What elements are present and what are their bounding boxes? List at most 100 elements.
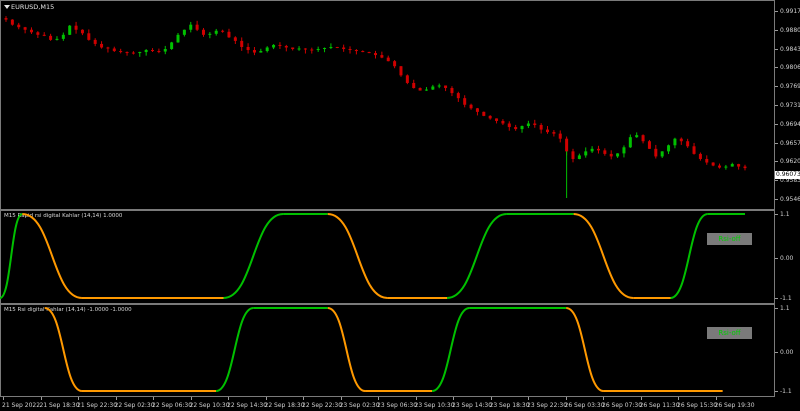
candlestick-series (4, 16, 747, 198)
time-tick-mark (115, 397, 117, 400)
indicator-line-segment (223, 213, 284, 299)
indicator-line-segment (670, 213, 709, 299)
time-tick-label: 22 Sep 06:30 (152, 402, 193, 409)
indicator-line-segment (431, 307, 470, 392)
time-tick-label: 23 Sep 10:30 (414, 402, 455, 409)
candle-body (475, 108, 479, 112)
price-tick-label: 0.96200 (780, 158, 800, 166)
candle-body (469, 104, 473, 109)
candle-body (208, 33, 212, 35)
rsi-line (44, 307, 723, 392)
price-tick-label: 0.99170 (780, 8, 800, 15)
time-tick-label: 21 Sep 2022 (2, 402, 41, 409)
price-tick-mark (775, 67, 778, 69)
candle-body (616, 153, 620, 157)
price-tick-mark (775, 123, 778, 125)
candle-body (291, 47, 295, 50)
candle-body (730, 164, 734, 167)
indicator-tick-label: 1.1 (780, 305, 790, 312)
candle-body (259, 51, 263, 53)
candle-body (679, 138, 683, 142)
candle-body (100, 43, 104, 48)
time-tick-label: 26 Sep 07:30 (602, 402, 643, 409)
indicator-tick-label: 0.00 (780, 348, 794, 356)
indicator-tick-mark (775, 351, 778, 353)
time-tick-label: 26 Sep 11:30 (639, 402, 680, 409)
candle-body (635, 135, 639, 138)
candle-body (354, 50, 358, 52)
candle-body (151, 50, 155, 52)
price-tick-label: 0.98060 (780, 64, 800, 72)
indicator-tick-mark (775, 258, 778, 259)
time-tick-mark (340, 397, 342, 400)
candle-body (603, 150, 607, 154)
time-tick-label: 23 Sep 02:30 (339, 402, 380, 409)
time-tick-mark (303, 397, 304, 400)
current-price-label: 0.96073 (775, 171, 800, 179)
candle-body (673, 138, 677, 146)
candle-body (348, 49, 352, 51)
time-tick-mark (3, 397, 4, 400)
candle-body (374, 53, 377, 56)
candle-body (10, 19, 14, 25)
time-tick-label: 22 Sep 02:30 (114, 402, 155, 409)
price-tick-label: 0.95460 (780, 196, 800, 203)
candle-body (437, 85, 441, 87)
candle-body (303, 48, 307, 50)
candle-body (482, 111, 486, 116)
time-tick-label: 22 Sep 14:30 (227, 402, 268, 409)
indicator-line-segment (22, 213, 83, 299)
indicator-line-segment (327, 213, 388, 299)
candle-body (577, 155, 581, 159)
price-tick-mark (775, 142, 778, 144)
candle-body (546, 129, 550, 133)
candle-body (297, 48, 301, 50)
candle-body (507, 123, 511, 128)
candle-body (112, 48, 116, 52)
candle-body (144, 50, 148, 53)
indicator-line-segment (446, 213, 507, 299)
candle-body (138, 52, 142, 54)
candle-body (119, 51, 123, 53)
time-tick-label: 26 Sep 15:30 (677, 402, 718, 409)
time-tick-mark (40, 397, 42, 400)
candle-body (405, 75, 409, 83)
price-tick-mark (775, 161, 778, 163)
candle-body (106, 47, 110, 49)
candle-body (718, 165, 722, 168)
candle-body (182, 29, 186, 35)
candle-body (214, 30, 218, 34)
candle-body (23, 27, 27, 30)
time-tick-mark (190, 397, 192, 400)
candle-body (628, 137, 632, 148)
candle-body (42, 34, 46, 36)
indicator-tick-label: 1.1 (780, 211, 790, 218)
candle-body (590, 148, 594, 152)
candle-body (284, 45, 288, 48)
candle-body (189, 24, 193, 30)
indicator-line-segment (327, 307, 366, 392)
price-tick-label: 0.96940 (780, 120, 800, 128)
time-tick-mark (153, 397, 154, 400)
time-tick-label: 23 Sep 14:30 (452, 402, 493, 409)
candle-body (520, 126, 524, 130)
candle-body (539, 125, 543, 130)
time-tick-label: 22 Sep 18:30 (264, 402, 305, 409)
candle-body (17, 24, 21, 28)
price-tick-label: 0.98800 (780, 26, 800, 34)
candle-body (342, 47, 346, 50)
candle-body (221, 30, 225, 32)
candle-body (29, 29, 33, 33)
time-tick-mark (78, 397, 79, 400)
candle-body (252, 50, 256, 53)
indicator-tick-label: -1.1 (780, 295, 792, 302)
rapid-rsi-line (0, 213, 745, 299)
price-tick-mark (775, 29, 778, 31)
time-tick-label: 23 Sep 18:30 (489, 402, 530, 409)
candle-body (737, 164, 741, 167)
time-tick-mark (228, 397, 229, 400)
time-tick-label: 23 Sep 06:30 (377, 402, 418, 409)
time-tick-label: 21 Sep 22:30 (77, 402, 118, 409)
candle-body (386, 57, 390, 62)
candle-body (201, 29, 205, 35)
